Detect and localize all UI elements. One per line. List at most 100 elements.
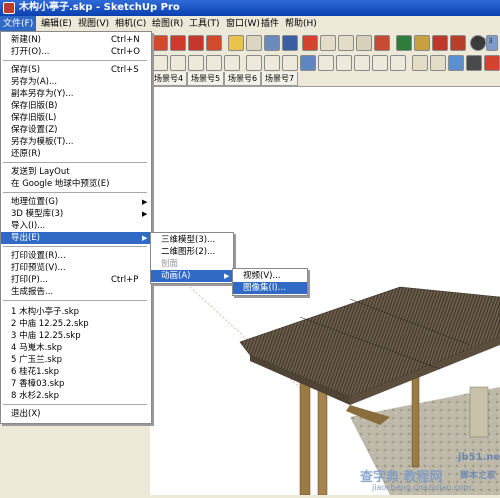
- menu-separator: [3, 192, 147, 194]
- menu-file[interactable]: 文件(F): [0, 16, 37, 32]
- axes-icon[interactable]: [372, 55, 388, 71]
- styles-icon[interactable]: [432, 35, 448, 51]
- arc-icon[interactable]: [152, 55, 168, 71]
- paint-bucket-icon[interactable]: [390, 55, 406, 71]
- menu-item-3d-warehouse[interactable]: 3D 模型库(3) ▶: [1, 208, 151, 220]
- push-pull-icon[interactable]: [188, 35, 204, 51]
- menu-item-save[interactable]: 保存(S) Ctrl+S: [1, 64, 151, 76]
- scene-tab-7[interactable]: 场景号7: [261, 72, 299, 86]
- menu-item-save-legacy-l[interactable]: 保存旧版(L): [1, 112, 151, 124]
- menu-separator: [3, 246, 147, 248]
- shaded-icon[interactable]: [466, 55, 482, 71]
- menu-item-import[interactable]: 导入(I)...: [1, 220, 151, 232]
- menu-item-save-as[interactable]: 另存为(A)...: [1, 76, 151, 88]
- menu-item-save-copy-as[interactable]: 副本另存为(Y)...: [1, 88, 151, 100]
- menu-item-new[interactable]: 新建(N) Ctrl+N: [1, 34, 151, 46]
- position-camera-icon[interactable]: [354, 55, 370, 71]
- menu-draw[interactable]: 绘图(R): [149, 16, 186, 32]
- scene-tab-5[interactable]: 场景号5: [187, 72, 225, 86]
- watermark-site: jb51.net: [458, 452, 500, 463]
- menu-camera[interactable]: 相机(C): [112, 16, 149, 32]
- pan-icon[interactable]: [320, 35, 336, 51]
- export-submenu: 三维模型(3)... 二维图形(2)... 剖面 动画(A) ▶: [150, 232, 234, 284]
- freehand-icon[interactable]: [188, 55, 204, 71]
- orbit-icon[interactable]: [302, 35, 318, 51]
- recent-file-4[interactable]: 4 马嵬木.skp: [1, 342, 151, 354]
- model-viewport[interactable]: [150, 87, 500, 496]
- menu-item-save-legacy-b[interactable]: 保存旧版(B): [1, 100, 151, 112]
- curve-icon[interactable]: [282, 55, 298, 71]
- menu-item-revert[interactable]: 还原(R): [1, 148, 151, 160]
- wireframe-icon[interactable]: [430, 55, 446, 71]
- recent-file-1[interactable]: 1 木构小亭子.skp: [1, 306, 151, 318]
- menu-item-export-3d-model[interactable]: 三维模型(3)...: [151, 234, 233, 246]
- watermark-site-cn: 脚本之家: [460, 471, 497, 481]
- zoom-icon[interactable]: [338, 35, 354, 51]
- submenu-arrow-icon: ▶: [224, 272, 230, 280]
- menu-item-send-to-layout[interactable]: 发送到 LayOut: [1, 166, 151, 178]
- drawing-toolbar: [150, 54, 500, 73]
- protractor-icon[interactable]: [264, 35, 280, 51]
- menu-item-print[interactable]: 打印(P)... Ctrl+P: [1, 274, 151, 286]
- text-icon[interactable]: [282, 35, 298, 51]
- menu-edit[interactable]: 编辑(E): [38, 16, 75, 32]
- menu-plugins[interactable]: 插件: [258, 16, 282, 32]
- scene-tab-6[interactable]: 场景号6: [224, 72, 262, 86]
- recent-file-2[interactable]: 2 中庙 12.25.2.skp: [1, 318, 151, 330]
- menu-help[interactable]: 帮助(H): [282, 16, 320, 32]
- menu-item-generate-report[interactable]: 生成报告...: [1, 286, 151, 298]
- menu-item-preview-google-earth[interactable]: 在 Google 地球中预览(E): [1, 178, 151, 190]
- hidden-line-icon[interactable]: [448, 55, 464, 71]
- sketchup-app-icon: [3, 2, 15, 14]
- warehouse-icon[interactable]: [450, 35, 466, 51]
- menu-item-export[interactable]: 导出(E) ▶: [1, 232, 151, 244]
- materials-icon[interactable]: [414, 35, 430, 51]
- menu-item-save-as-template[interactable]: 另存为模板(T)...: [1, 136, 151, 148]
- recent-file-6[interactable]: 6 桂花1.skp: [1, 366, 151, 378]
- line-icon[interactable]: [264, 55, 280, 71]
- menu-tools[interactable]: 工具(T): [186, 16, 223, 32]
- eraser-icon[interactable]: [246, 55, 262, 71]
- menu-item-export-animation[interactable]: 动画(A) ▶: [151, 270, 233, 282]
- menu-item-print-setup[interactable]: 打印设置(R)...: [1, 250, 151, 262]
- move-icon[interactable]: [170, 35, 186, 51]
- menu-item-open[interactable]: 打开(O)... Ctrl+O: [1, 46, 151, 58]
- zoom-extents-icon[interactable]: [374, 35, 390, 51]
- zoom-window-icon[interactable]: [356, 35, 372, 51]
- textured-icon[interactable]: [484, 55, 500, 71]
- polygon-icon[interactable]: [170, 55, 186, 71]
- section-plane-icon[interactable]: [300, 55, 316, 71]
- menu-item-video[interactable]: 视频(V)...: [233, 270, 307, 282]
- recent-file-8[interactable]: 8 水杉2.skp: [1, 390, 151, 402]
- menu-window[interactable]: 窗口(W): [223, 16, 263, 32]
- menu-item-save-settings[interactable]: 保存设置(Z): [1, 124, 151, 136]
- look-around-icon[interactable]: [336, 55, 352, 71]
- menu-separator: [3, 300, 147, 302]
- recent-file-7[interactable]: 7 香樟03.skp: [1, 378, 151, 390]
- recent-file-3[interactable]: 3 中庙 12.25.skp: [1, 330, 151, 342]
- file-menu: 新建(N) Ctrl+N 打开(O)... Ctrl+O 保存(S) Ctrl+S 另…: [0, 31, 152, 424]
- menu-item-print-preview[interactable]: 打印预览(V)...: [1, 262, 151, 274]
- menu-item-export-section: 剖面: [161, 259, 179, 269]
- menu-separator: [3, 162, 147, 164]
- scale-icon[interactable]: [224, 55, 240, 71]
- submenu-arrow-icon: ▶: [142, 198, 148, 206]
- menu-item-exit[interactable]: 退出(X): [1, 408, 151, 420]
- scene-tabs-bar: 场景号4 场景号5 场景号6 场景号7: [150, 72, 500, 87]
- animation-submenu: 视频(V)... 图像集(I)...: [232, 268, 308, 296]
- menu-item-export-2d-graphic[interactable]: 二维图形(2)...: [151, 246, 233, 258]
- follow-me-icon[interactable]: [206, 35, 222, 51]
- walk-icon[interactable]: [318, 55, 334, 71]
- dimension-icon[interactable]: [246, 35, 262, 51]
- tape-measure-icon[interactable]: [228, 35, 244, 51]
- menu-item-image-set[interactable]: 图像集(I)...: [233, 282, 307, 294]
- rotate-icon[interactable]: [152, 35, 168, 51]
- menu-view[interactable]: 视图(V): [75, 16, 112, 32]
- recent-file-5[interactable]: 5 广玉兰.skp: [1, 354, 151, 366]
- offset-icon[interactable]: [206, 55, 222, 71]
- components-icon[interactable]: [396, 35, 412, 51]
- menu-item-geo-location[interactable]: 地理位置(G) ▶: [1, 196, 151, 208]
- submenu-arrow-icon: ▶: [142, 234, 148, 242]
- xray-icon[interactable]: [412, 55, 428, 71]
- scene-tab-4[interactable]: 场景号4: [150, 72, 188, 86]
